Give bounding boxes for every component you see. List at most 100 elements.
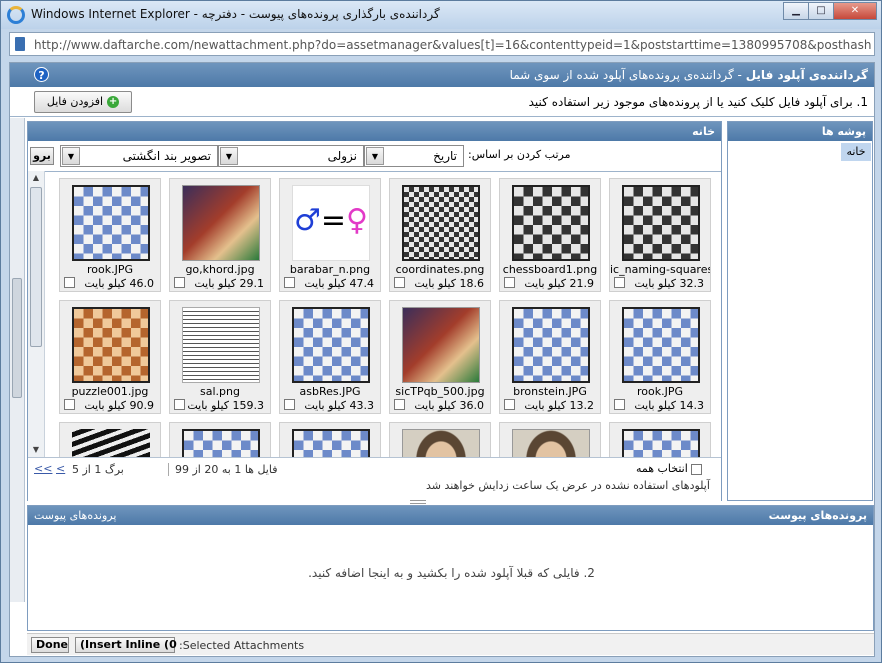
file-size: 36.0 کیلو بایت <box>414 399 484 412</box>
page-scrollbar[interactable] <box>10 118 25 602</box>
file-tile[interactable]: puzzle001.jpg 90.9 کیلو بایت <box>59 300 161 414</box>
instruction-row: 1. برای آپلود فایل کلیک کنید یا از پروند… <box>10 87 874 117</box>
file-name: asbRes.JPG <box>299 385 361 398</box>
order-select[interactable]: نزولی ▼ <box>218 145 364 167</box>
photo-thumbnail <box>402 307 480 383</box>
chessboard-thumbnail <box>512 307 590 383</box>
file-checkbox[interactable] <box>614 277 625 288</box>
chessboard-thumbnail <box>182 429 260 457</box>
browser-window: گرداننده‌ی بارگذاری پرونده‌های پیوست - د… <box>0 0 882 663</box>
image-thumbnail <box>72 429 150 457</box>
file-tile[interactable] <box>59 422 161 457</box>
file-size: 13.2 کیلو بایت <box>524 399 594 412</box>
manager-title-main: گرداننده‌ی آپلود فایل <box>745 68 868 82</box>
file-checkbox[interactable] <box>504 399 515 410</box>
grid-scrollbar[interactable]: ▲ ▼ <box>28 171 45 457</box>
pane-splitter[interactable] <box>410 500 426 504</box>
page-content: گرداننده‌ی آپلود فایل - گرداننده‌ی پروند… <box>9 62 875 657</box>
page-icon <box>15 37 25 51</box>
file-name: chessboard1.png <box>502 263 598 276</box>
chessboard-thumbnail <box>402 185 480 261</box>
file-checkbox[interactable] <box>64 399 75 410</box>
first-page-link[interactable]: << <box>34 462 52 475</box>
insert-inline-button[interactable]: (Insert Inline (0 <box>75 637 177 653</box>
title-separator: - <box>733 68 742 82</box>
chessboard-thumbnail <box>512 185 590 261</box>
prev-page-link[interactable]: < <box>56 462 65 475</box>
file-checkbox[interactable] <box>394 399 405 410</box>
file-checkbox[interactable] <box>394 277 405 288</box>
file-checkbox[interactable] <box>174 277 185 288</box>
chevron-down-icon: ▼ <box>62 147 80 165</box>
file-tile[interactable]: ♂=♀ barabar_n.png 47.4 کیلو بایت <box>279 178 381 292</box>
title-bar: گرداننده‌ی بارگذاری پرونده‌های پیوست - د… <box>1 1 881 29</box>
go-button[interactable]: برو <box>30 147 54 165</box>
portrait-thumbnail <box>512 429 590 457</box>
file-name: sicTPqb_500.jpg <box>395 385 485 398</box>
scroll-down-icon[interactable]: ▼ <box>31 445 41 455</box>
file-size: 90.9 کیلو بایت <box>84 399 154 412</box>
grid-scroll-thumb[interactable] <box>30 187 42 347</box>
drop-hint: 2. فایلی که قبلا آپلود شده را بکشید و به… <box>308 566 595 580</box>
file-name: rook.JPG <box>636 385 683 398</box>
file-checkbox[interactable] <box>284 399 295 410</box>
file-checkbox[interactable] <box>284 277 295 288</box>
equals-icon: = <box>320 203 347 238</box>
file-tile[interactable]: rook.JPG 46.0 کیلو بایت <box>59 178 161 292</box>
manager-title: گرداننده‌ی آپلود فایل - گرداننده‌ی پروند… <box>510 68 868 82</box>
file-tile[interactable]: sal.png 159.3 کیلو بایت <box>169 300 271 414</box>
close-icon[interactable]: ✕ <box>833 2 877 20</box>
file-checkbox[interactable] <box>614 399 625 410</box>
file-name: ic_naming-squares.gif <box>610 263 710 276</box>
sort-toolbar: برو تصویر بند انگشتی ▼ نزولی ▼ تاریخ ▼ م… <box>28 141 721 171</box>
file-tile[interactable]: rook.JPG 14.3 کیلو بایت <box>609 300 711 414</box>
page-info: برگ 1 از 5 <box>72 463 124 476</box>
select-all-label: انتخاب همه <box>636 462 688 475</box>
file-size: 29.1 کیلو بایت <box>194 277 264 290</box>
file-tile[interactable]: asbRes.JPG 43.3 کیلو بایت <box>279 300 381 414</box>
view-select[interactable]: تصویر بند انگشتی ▼ <box>60 145 218 167</box>
attachments-header: پرونده‌های پیوست پرونده‌های پیوست <box>28 506 873 525</box>
file-tile[interactable] <box>169 422 271 457</box>
order-select-value: نزولی <box>327 149 357 163</box>
attachments-header-left: پرونده‌های پیوست <box>34 509 117 522</box>
file-tile[interactable]: ic_naming-squares.gif32.3 کیلو بایت <box>609 178 711 292</box>
cleanup-notice: آپلودهای استفاده نشده در عرض یک ساعت زدا… <box>426 479 710 492</box>
folder-item-home[interactable]: خانه <box>841 143 871 161</box>
file-size: 18.6 کیلو بایت <box>414 277 484 290</box>
minimize-icon[interactable]: ▁ <box>783 2 809 20</box>
page-scroll-thumb[interactable] <box>12 278 22 398</box>
help-icon[interactable]: ? <box>34 67 49 82</box>
file-tile[interactable] <box>609 422 711 457</box>
file-tile[interactable] <box>499 422 601 457</box>
file-checkbox[interactable] <box>64 277 75 288</box>
add-file-button[interactable]: +افزودن فایل <box>34 91 132 113</box>
file-name: rook.JPG <box>86 263 133 276</box>
select-all-checkbox[interactable] <box>690 463 702 475</box>
file-tile[interactable]: bronstein.JPG 13.2 کیلو بایت <box>499 300 601 414</box>
file-tile[interactable]: go,khord.jpg 29.1 کیلو بایت <box>169 178 271 292</box>
file-tile[interactable] <box>279 422 381 457</box>
file-checkbox[interactable] <box>504 277 515 288</box>
ie-logo-icon <box>7 6 25 24</box>
file-name: puzzle001.jpg <box>71 385 149 398</box>
scroll-up-icon[interactable]: ▲ <box>31 173 41 183</box>
file-checkbox[interactable] <box>174 399 185 410</box>
address-bar[interactable]: http://www.daftarche.com/newattachment.p… <box>9 32 875 56</box>
chevron-down-icon: ▼ <box>366 147 384 165</box>
file-tile[interactable]: chessboard1.png 21.9 کیلو بایت <box>499 178 601 292</box>
file-name: go,khord.jpg <box>185 263 255 276</box>
done-button[interactable]: Done <box>31 637 69 653</box>
file-tile[interactable]: sicTPqb_500.jpg 36.0 کیلو بایت <box>389 300 491 414</box>
file-size: 21.9 کیلو بایت <box>524 277 594 290</box>
upload-instruction: 1. برای آپلود فایل کلیک کنید یا از پروند… <box>528 95 868 109</box>
address-text[interactable]: http://www.daftarche.com/newattachment.p… <box>34 38 872 52</box>
maximize-icon[interactable]: □ <box>808 2 834 20</box>
file-tile[interactable]: coordinates.png 18.6 کیلو بایت <box>389 178 491 292</box>
folders-header: پوشه ها <box>728 122 872 141</box>
select-all[interactable]: انتخاب همه <box>636 462 702 475</box>
sort-select[interactable]: تاریخ ▼ <box>364 145 464 167</box>
selected-attachments-label: :Selected Attachments <box>179 639 305 652</box>
files-footer: انتخاب همه فایل ها 1 به 20 از 99 برگ 1 ا… <box>28 457 721 501</box>
file-tile[interactable] <box>389 422 491 457</box>
